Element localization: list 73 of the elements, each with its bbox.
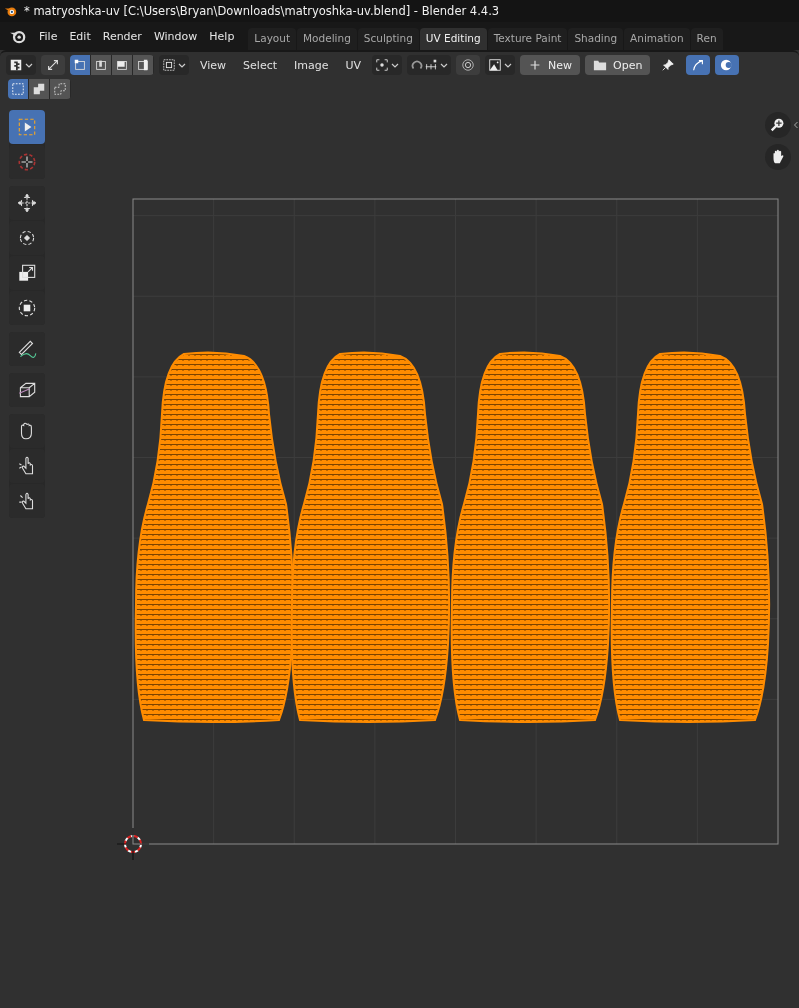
overlapping-circles-icon (720, 58, 735, 72)
menu-item[interactable]: Help (203, 29, 241, 43)
edge-select-icon (94, 58, 108, 72)
workspace-tab[interactable]: Sculpting (357, 28, 419, 50)
caret-icon (391, 62, 400, 68)
new-image-button[interactable]: New (520, 55, 581, 75)
vertex-select-icon (73, 58, 87, 72)
box-select-mode-button[interactable] (8, 79, 28, 99)
image-browse-dropdown[interactable] (485, 55, 516, 75)
box-select-mode-button[interactable] (29, 79, 49, 99)
workspace-tab[interactable]: Modeling (297, 28, 357, 50)
uv-island[interactable] (450, 351, 611, 723)
select-mode-button[interactable] (112, 55, 132, 75)
uv-island[interactable] (290, 351, 451, 723)
header-menu[interactable]: UV (339, 58, 368, 72)
annotate-icon (16, 338, 38, 360)
folder-icon (593, 58, 608, 72)
header-menu[interactable]: Image (288, 58, 335, 72)
scale-icon (16, 262, 38, 284)
overlay-toggle[interactable] (715, 55, 740, 75)
dashed-square-icon (11, 82, 25, 96)
transform-icon (16, 297, 38, 319)
workspace-tab[interactable]: UV Editing (419, 28, 487, 50)
editor-type-dropdown[interactable] (6, 55, 36, 75)
menu-item[interactable]: File (33, 29, 64, 43)
snap-dropdown[interactable] (407, 55, 452, 75)
select-mode-button[interactable] (91, 55, 111, 75)
2d-cursor-icon[interactable] (116, 827, 150, 861)
checker-icon (9, 58, 23, 72)
move-icon (16, 192, 38, 214)
pan-button[interactable] (765, 144, 791, 170)
cursor-icon (16, 151, 38, 173)
gizmo-toggle[interactable] (686, 55, 711, 75)
header-menu[interactable]: Select (237, 58, 284, 72)
workspace-tab[interactable]: Layout (248, 28, 297, 50)
pin-icon[interactable] (661, 58, 676, 72)
dashed-square-icon (162, 58, 176, 72)
caret-icon (178, 62, 186, 68)
workspace-tab[interactable]: Shading (568, 28, 624, 50)
island-select-icon (136, 58, 150, 72)
face-select-icon (115, 58, 129, 72)
open-image-button[interactable]: Open (585, 55, 651, 75)
pivot-dropdown[interactable] (372, 55, 403, 75)
workspace-tab[interactable]: Ren (690, 28, 723, 50)
filled-shapes-icon (32, 82, 46, 96)
caret-icon (440, 62, 449, 68)
magnet-icon (410, 58, 425, 72)
pivot-icon (375, 58, 390, 72)
proportional-edit-toggle[interactable] (456, 55, 481, 75)
arrows-icon (46, 58, 60, 72)
workspace-tab[interactable]: Texture Paint (487, 28, 568, 50)
sticky-selection-dropdown[interactable] (159, 55, 189, 75)
image-icon (488, 58, 503, 72)
select-tool[interactable] (9, 110, 45, 144)
zoom-button[interactable] (765, 112, 791, 138)
uv-island[interactable] (134, 351, 295, 723)
select-icon (16, 116, 38, 138)
workspace-tab[interactable]: Animation (624, 28, 690, 50)
select-mode-button[interactable] (133, 55, 153, 75)
menu-item[interactable]: Window (147, 29, 204, 43)
sync-selection-toggle[interactable] (41, 55, 65, 75)
dashed-shapes-icon (53, 82, 67, 96)
caret-icon (25, 62, 33, 68)
snap-increment-icon (424, 58, 439, 72)
menu-item[interactable]: Edit (63, 29, 97, 43)
menu-item[interactable]: Render (96, 29, 148, 43)
window-title: * matryoshka-uv [C:\Users\Bryan\Downloads\matryoshka-uv.blend] - Blender 4.4.3 (24, 4, 500, 18)
curved-arrow-icon (691, 58, 706, 72)
caret-icon (504, 62, 513, 68)
select-mode-button[interactable] (70, 55, 90, 75)
uv-island[interactable] (610, 351, 771, 723)
header-menu[interactable]: View (194, 58, 233, 72)
rings-icon (461, 58, 476, 72)
